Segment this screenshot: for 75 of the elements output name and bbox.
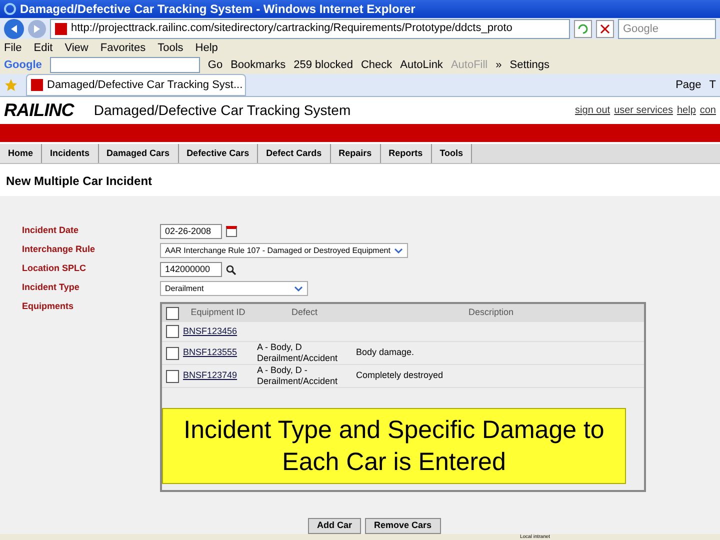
page-icon	[55, 22, 67, 34]
search-field[interactable]: Google	[618, 18, 716, 38]
browser-icon	[4, 3, 16, 15]
location-field[interactable]: 142000000	[160, 262, 222, 277]
nav-tab[interactable]: Reports	[380, 144, 432, 163]
field-label: Incident Date	[22, 224, 80, 237]
field-label: Location SPLC	[22, 262, 88, 275]
menu-item[interactable]: File	[4, 40, 22, 56]
tab-title: Damaged/Defective Car Tracking Syst...	[47, 78, 243, 93]
checkbox[interactable]	[166, 325, 179, 338]
settings-button[interactable]: Settings	[510, 57, 550, 74]
form-button[interactable]: Remove Cars	[365, 518, 441, 534]
defect-cell-text: A - Body, D Derailment/Accident	[257, 342, 339, 364]
nav-tab[interactable]: Defect Cards	[258, 144, 331, 163]
railinc-logo: RAILINC	[4, 99, 74, 122]
header-link[interactable]: user services	[614, 103, 673, 118]
header-link[interactable]: sign out	[575, 103, 610, 118]
column-header: Equipment ID	[190, 306, 246, 320]
field-label: Incident Type	[22, 281, 80, 294]
date-field[interactable]: 02-26-2008	[160, 224, 222, 239]
stop-button[interactable]	[596, 20, 614, 38]
chevron-down-icon[interactable]	[394, 246, 403, 255]
nav-tab[interactable]: Incidents	[42, 144, 99, 163]
column-header: Description	[467, 306, 515, 320]
description-cell-text: Completely destroyed	[356, 369, 444, 382]
chevron-down-icon[interactable]	[294, 284, 303, 293]
description-cell-text: Body damage.	[356, 346, 416, 360]
defect-cell-text: A - Body, D - Derailment/Accident	[257, 365, 339, 387]
header-link[interactable]: help	[676, 103, 696, 118]
more-button[interactable]: »	[496, 57, 502, 74]
menu-item[interactable]: View	[64, 40, 88, 56]
address-field[interactable]: http://projecttrack.railinc.com/sitedirectory/cartracking/Requirements/Prototype/ddcts_proto	[50, 18, 570, 38]
back-button[interactable]	[4, 18, 24, 38]
menu-item[interactable]: Favorites	[100, 40, 146, 56]
google-search-field[interactable]	[50, 57, 200, 74]
equipment-link[interactable]: BNSF123555	[183, 346, 253, 360]
google-logo: Google	[4, 58, 42, 73]
menu-item[interactable]: Tools	[158, 40, 184, 56]
equipment-link[interactable]: BNSF123456	[183, 324, 253, 338]
callout-note: Incident Type and Specific Damage to Each Car is Entered	[162, 408, 626, 484]
incident-type-dropdown[interactable]: Derailment	[160, 281, 308, 296]
nav-tab[interactable]: Tools	[432, 144, 472, 163]
checkbox[interactable]	[166, 346, 179, 360]
header-link[interactable]: con	[700, 103, 716, 118]
refresh-button[interactable]	[574, 20, 592, 38]
browser-tab[interactable]: Damaged/Defective Car Tracking Syst...	[26, 74, 246, 96]
command-button[interactable]: Page	[676, 76, 702, 94]
nav-tab[interactable]: Repairs	[330, 144, 381, 163]
checkbox[interactable]	[166, 370, 179, 382]
app-title: Damaged/Defective Car Tracking System	[94, 101, 351, 120]
form-button[interactable]: Add Car	[308, 518, 362, 534]
url-text: http://projecttrack.railinc.com/sitedirectory/cartracking/Requirements/Prototype/ddcts_proto	[71, 21, 512, 36]
command-button[interactable]: T	[709, 76, 716, 94]
toolbar-button[interactable]: AutoLink	[400, 57, 443, 74]
checkbox[interactable]	[166, 306, 179, 320]
menu-item[interactable]: Help	[195, 40, 218, 56]
field-label: Interchange Rule	[22, 243, 96, 256]
window-title: Damaged/Defective Car Tracking System - Windows Internet Explorer	[20, 1, 416, 18]
toolbar-button[interactable]: Bookmarks	[230, 57, 286, 74]
interchange-rule-dropdown[interactable]: AAR Interchange Rule 107 - Damaged or Destroyed Equipment	[160, 243, 408, 258]
go-button[interactable]: Go	[208, 57, 223, 74]
page-icon	[31, 79, 43, 91]
column-header: Defect	[290, 306, 318, 320]
calendar-icon[interactable]	[226, 226, 237, 237]
toolbar-button[interactable]: Check	[360, 57, 392, 74]
nav-tab[interactable]: Damaged Cars	[98, 144, 179, 163]
nav-tab[interactable]: Defective Cars	[178, 144, 258, 163]
star-icon[interactable]	[4, 78, 18, 92]
page-title: New Multiple Car Incident	[0, 164, 720, 196]
toolbar-button[interactable]: 259 blocked	[294, 57, 353, 74]
menu-item[interactable]: Edit	[34, 40, 53, 56]
field-label: Equipments	[22, 300, 75, 313]
equipment-link[interactable]: BNSF123749	[183, 369, 253, 383]
nav-tab[interactable]: Home	[0, 144, 42, 163]
search-icon[interactable]	[226, 264, 236, 274]
